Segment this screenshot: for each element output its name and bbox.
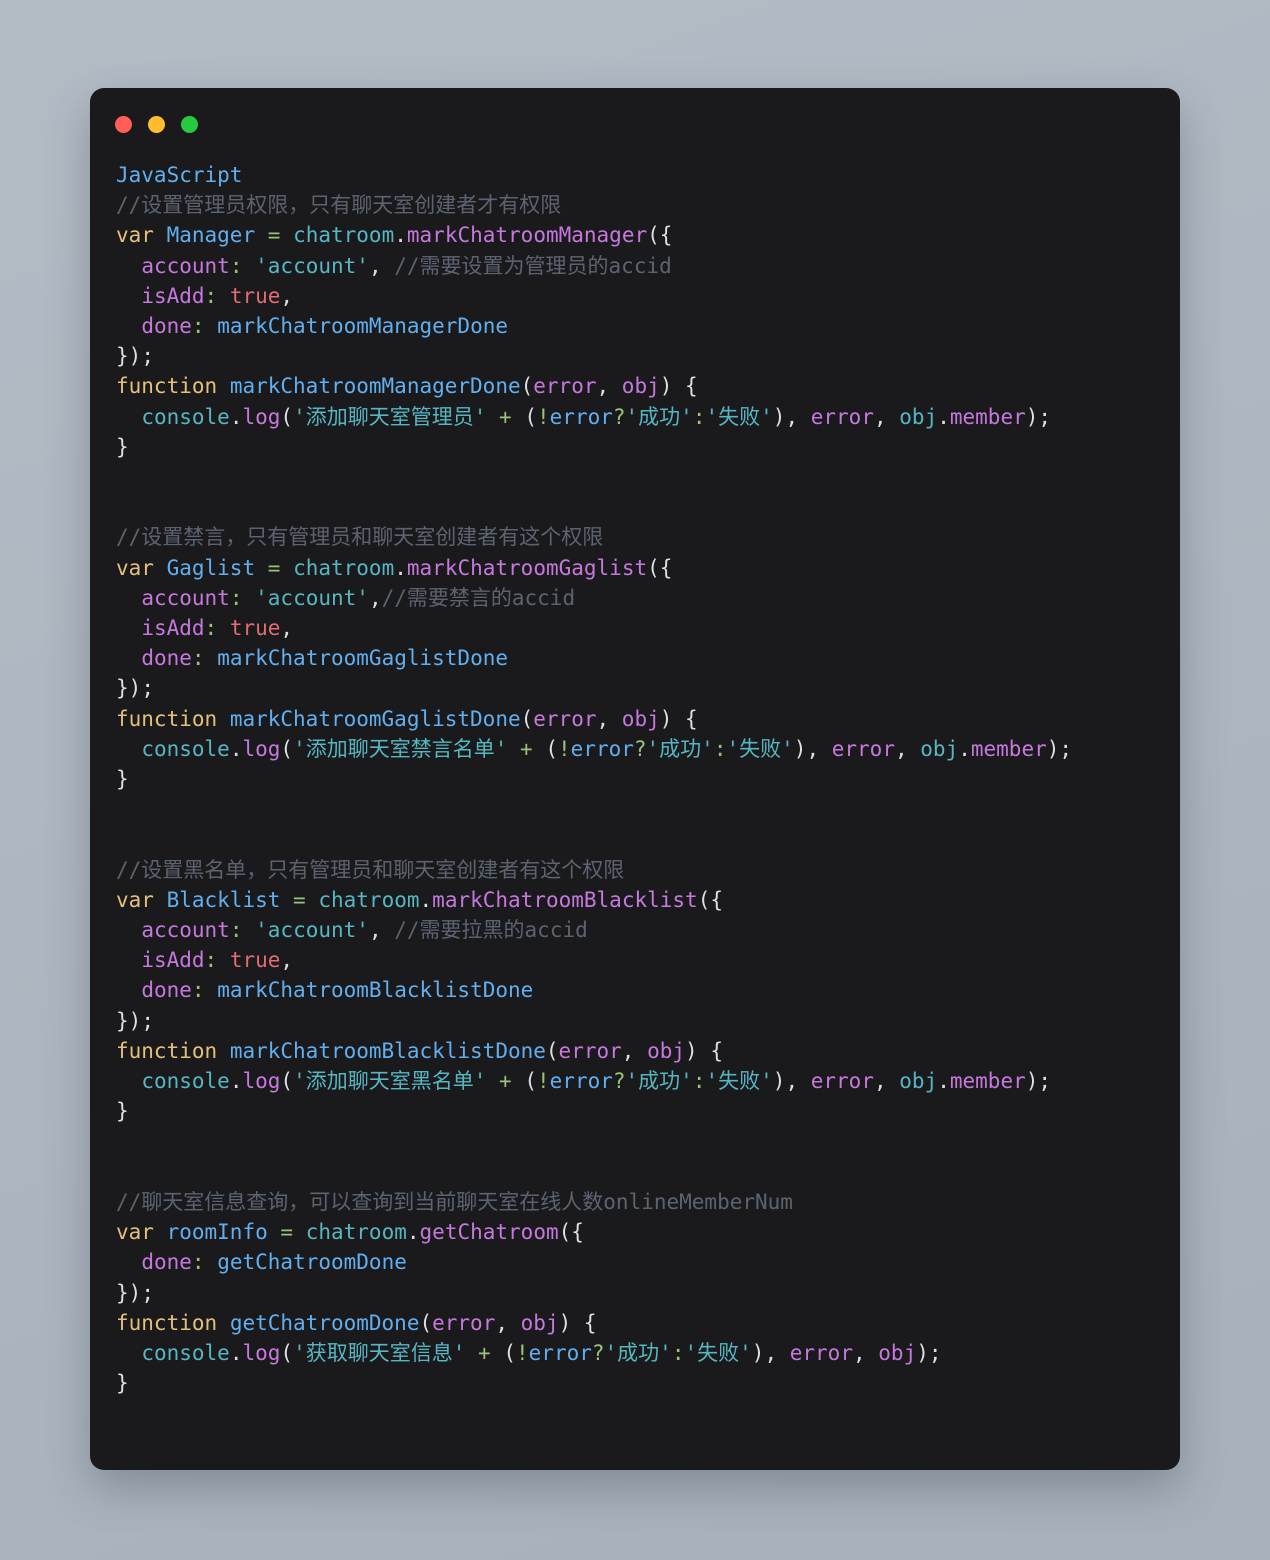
code-line: }); bbox=[116, 676, 154, 701]
code-line: isAdd: true, bbox=[141, 948, 294, 973]
code-line: isAdd: true, bbox=[141, 283, 294, 308]
code-line: //设置管理员权限，只有聊天室创建者才有权限 bbox=[116, 193, 562, 218]
code-body: JavaScript //设置管理员权限，只有聊天室创建者才有权限 var Man… bbox=[90, 160, 1180, 1470]
code-line: account: 'account',//需要禁言的accid bbox=[141, 585, 576, 610]
code-line: var Gaglist = chatroom.markChatroomGagli… bbox=[116, 555, 673, 580]
maximize-button[interactable] bbox=[181, 115, 198, 133]
code-line: } bbox=[116, 434, 129, 459]
code-line: done: getChatroomDone bbox=[141, 1250, 407, 1275]
code-line: } bbox=[116, 1371, 129, 1396]
page-root: JavaScript //设置管理员权限，只有聊天室创建者才有权限 var Man… bbox=[0, 0, 1270, 1560]
code-line: function getChatroomDone(error, obj) { bbox=[116, 1310, 597, 1335]
code-line: console.log('添加聊天室管理员' + (!error?'成功':'失… bbox=[141, 404, 1052, 429]
code-line: account: 'account', //需要设置为管理员的accid bbox=[141, 253, 672, 278]
code-line: isAdd: true, bbox=[141, 616, 294, 641]
code-line: }); bbox=[116, 344, 154, 369]
close-button[interactable] bbox=[115, 115, 132, 133]
code-line: } bbox=[116, 1099, 129, 1124]
code-window-card: JavaScript //设置管理员权限，只有聊天室创建者才有权限 var Man… bbox=[90, 88, 1180, 1470]
code-line: account: 'account', //需要拉黑的accid bbox=[141, 918, 588, 943]
code-line: //设置黑名单，只有管理员和聊天室创建者有这个权限 bbox=[116, 857, 625, 882]
code-line: console.log('添加聊天室黑名单' + (!error?'成功':'失… bbox=[141, 1069, 1052, 1094]
code-line: //聊天室信息查询，可以查询到当前聊天室在线人数onlineMemberNum bbox=[116, 1189, 793, 1214]
code-line: done: markChatroomBlacklistDone bbox=[141, 978, 534, 1003]
code-line: //设置禁言，只有管理员和聊天室创建者有这个权限 bbox=[116, 525, 604, 550]
code-block[interactable]: //设置管理员权限，只有聊天室创建者才有权限 var Manager = chat… bbox=[116, 190, 1156, 1398]
code-line: var Blacklist = chatroom.markChatroomBla… bbox=[116, 887, 723, 912]
code-line: }); bbox=[116, 1008, 154, 1033]
code-line: function markChatroomGaglistDone(error, … bbox=[116, 706, 698, 731]
code-line: console.log('获取聊天室信息' + (!error?'成功':'失败… bbox=[141, 1340, 942, 1365]
code-line: function markChatroomManagerDone(error, … bbox=[116, 374, 698, 399]
language-label: JavaScript bbox=[116, 163, 243, 187]
code-line: function markChatroomBlacklistDone(error… bbox=[116, 1038, 723, 1063]
code-line: var Manager = chatroom.markChatroomManag… bbox=[116, 223, 673, 248]
window-titlebar bbox=[90, 88, 1180, 160]
code-line: }); bbox=[116, 1280, 154, 1305]
code-line: var roomInfo = chatroom.getChatroom({ bbox=[116, 1220, 584, 1245]
minimize-button[interactable] bbox=[148, 115, 165, 133]
code-line: } bbox=[116, 767, 129, 792]
code-line: done: markChatroomManagerDone bbox=[141, 314, 508, 339]
code-line: done: markChatroomGaglistDone bbox=[141, 646, 508, 671]
code-line: console.log('添加聊天室禁言名单' + (!error?'成功':'… bbox=[141, 736, 1073, 761]
